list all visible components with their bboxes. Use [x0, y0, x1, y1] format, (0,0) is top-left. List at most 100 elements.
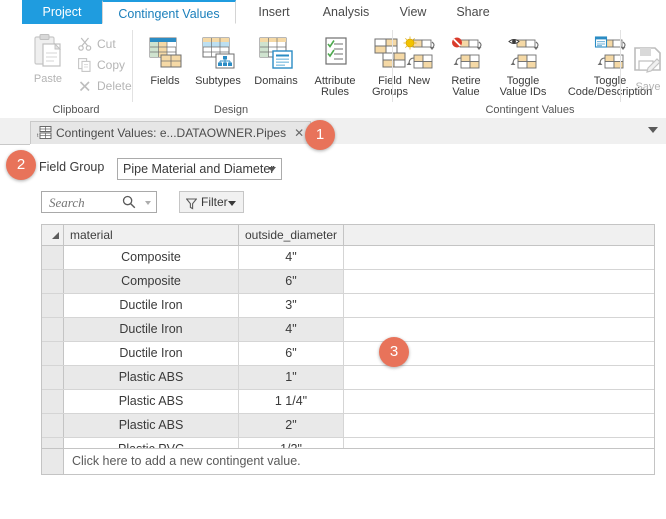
retire-value-button[interactable]: Retire Value: [442, 36, 490, 99]
select-all-triangle-icon: [52, 232, 59, 239]
view-tab-close-icon[interactable]: ✕: [294, 122, 304, 144]
cell-material[interactable]: Composite: [64, 246, 239, 269]
fields-button[interactable]: Fields: [140, 36, 190, 87]
new-button[interactable]: New: [396, 36, 442, 87]
paste-button[interactable]: Paste: [26, 34, 70, 85]
add-row-header-cell: [42, 449, 64, 474]
save-button[interactable]: Save: [626, 46, 666, 93]
filter-button[interactable]: Filter: [179, 191, 244, 213]
contingent-values-table-icon: t: [37, 124, 52, 139]
callout-badge-1: 1: [305, 120, 335, 150]
retire-value-icon: [442, 36, 490, 74]
toggle-value-ids-button[interactable]: Toggle Value IDs: [490, 36, 556, 99]
save-label: Save: [635, 80, 661, 93]
subtypes-icon: [190, 36, 246, 74]
callout-badge-3: 3: [379, 337, 409, 367]
toggle-value-ids-label-2: Value IDs: [499, 86, 547, 98]
row-header-cell[interactable]: [42, 342, 64, 365]
table-row[interactable]: Plastic ABS 1": [42, 366, 654, 390]
close-x-icon: [78, 79, 94, 93]
row-header-cell[interactable]: [42, 366, 64, 389]
cell-material[interactable]: Plastic ABS: [64, 390, 239, 413]
row-header-cell[interactable]: [42, 270, 64, 293]
cell-outside-diameter[interactable]: 4": [239, 318, 344, 341]
filter-chevron-down-icon[interactable]: [228, 201, 236, 206]
table-row[interactable]: Composite 4": [42, 246, 654, 270]
cell-empty: [344, 414, 654, 437]
view-tab-contingent-values[interactable]: t Contingent Values: e...DATAOWNER.Pipes…: [30, 121, 312, 144]
grid-add-new-row[interactable]: Click here to add a new contingent value…: [42, 448, 654, 474]
attribute-rules-icon: [306, 36, 364, 74]
grid-column-header-filler: [344, 225, 654, 245]
ribbon-group-clipboard: Paste Cut Copy Delete Clipboard: [22, 24, 132, 118]
table-row[interactable]: Plastic ABS 2": [42, 414, 654, 438]
tab-share[interactable]: Share: [442, 0, 504, 24]
table-row[interactable]: Ductile Iron 6": [42, 342, 654, 366]
row-header-cell[interactable]: [42, 318, 64, 341]
grid-header-row: material outside_diameter: [42, 225, 654, 246]
cell-outside-diameter[interactable]: 2": [239, 414, 344, 437]
field-group-dropdown[interactable]: Pipe Material and Diameter: [117, 158, 282, 180]
attribute-rules-button[interactable]: Attribute Rules: [306, 36, 364, 99]
search-options-chevron-icon[interactable]: [145, 201, 151, 205]
cell-outside-diameter[interactable]: 6": [239, 270, 344, 293]
group-divider-2: [392, 30, 393, 102]
cell-material[interactable]: Composite: [64, 270, 239, 293]
grid-column-header-material[interactable]: material: [64, 225, 239, 245]
delete-button[interactable]: Delete: [78, 77, 132, 95]
subtypes-button[interactable]: Subtypes: [190, 36, 246, 87]
cell-material[interactable]: Ductile Iron: [64, 342, 239, 365]
retire-value-label-2: Value: [452, 86, 480, 98]
group-divider-1: [132, 30, 133, 102]
field-group-selected-value: Pipe Material and Diameter: [123, 162, 275, 176]
tab-insert[interactable]: Insert: [240, 0, 308, 24]
fields-icon: [140, 36, 190, 74]
copy-button[interactable]: Copy: [78, 56, 125, 74]
tab-analysis[interactable]: Analysis: [308, 0, 384, 24]
toggle-value-ids-icon: [490, 36, 556, 74]
table-row[interactable]: Composite 6": [42, 270, 654, 294]
tab-view[interactable]: View: [384, 0, 442, 24]
chevron-down-icon: [268, 167, 276, 172]
cell-material[interactable]: Ductile Iron: [64, 318, 239, 341]
cell-outside-diameter[interactable]: 4": [239, 246, 344, 269]
cell-outside-diameter[interactable]: 6": [239, 342, 344, 365]
search-input[interactable]: [47, 192, 121, 214]
group-label-contingent-values: Contingent Values: [485, 104, 575, 116]
grid-select-all-cell[interactable]: [42, 225, 64, 245]
grid-column-header-outside-diameter[interactable]: outside_diameter: [239, 225, 344, 245]
row-header-cell[interactable]: [42, 246, 64, 269]
tab-project[interactable]: Project: [22, 0, 102, 24]
filter-label: Filter: [201, 195, 228, 209]
attribute-rules-label-2: Rules: [320, 86, 350, 98]
cut-button[interactable]: Cut: [78, 35, 116, 53]
search-box[interactable]: [41, 191, 157, 214]
new-contingent-value-icon: [396, 36, 442, 74]
delete-label: Delete: [97, 79, 132, 93]
search-icon: [122, 195, 136, 209]
row-header-cell[interactable]: [42, 294, 64, 317]
copy-label: Copy: [97, 58, 126, 72]
contingent-values-grid: material outside_diameter Composite 4" Com…: [41, 224, 655, 475]
table-row[interactable]: Ductile Iron 3": [42, 294, 654, 318]
row-header-cell[interactable]: [42, 390, 64, 413]
view-tab-title: Contingent Values: e...DATAOWNER.Pipes: [56, 126, 287, 140]
cell-material[interactable]: Ductile Iron: [64, 294, 239, 317]
cell-outside-diameter[interactable]: 3": [239, 294, 344, 317]
domains-label: Domains: [254, 74, 298, 87]
view-tab-overflow-chevron-icon[interactable]: [648, 127, 658, 133]
row-header-cell[interactable]: [42, 414, 64, 437]
scissors-icon: [78, 37, 94, 51]
cell-material[interactable]: Plastic ABS: [64, 366, 239, 389]
table-row[interactable]: Plastic ABS 1 1/4": [42, 390, 654, 414]
field-group-label: Field Group: [39, 160, 105, 174]
tab-contingent-values[interactable]: Contingent Values: [102, 0, 236, 24]
paste-label: Paste: [33, 72, 63, 85]
subtypes-label: Subtypes: [195, 74, 241, 87]
table-row[interactable]: Ductile Iron 4": [42, 318, 654, 342]
cell-material[interactable]: Plastic ABS: [64, 414, 239, 437]
cell-outside-diameter[interactable]: 1 1/4": [239, 390, 344, 413]
domains-button[interactable]: Domains: [248, 36, 304, 87]
cell-outside-diameter[interactable]: 1": [239, 366, 344, 389]
ribbon-group-design: Fields Subtypes Domains Attribute Rules …: [134, 24, 408, 118]
